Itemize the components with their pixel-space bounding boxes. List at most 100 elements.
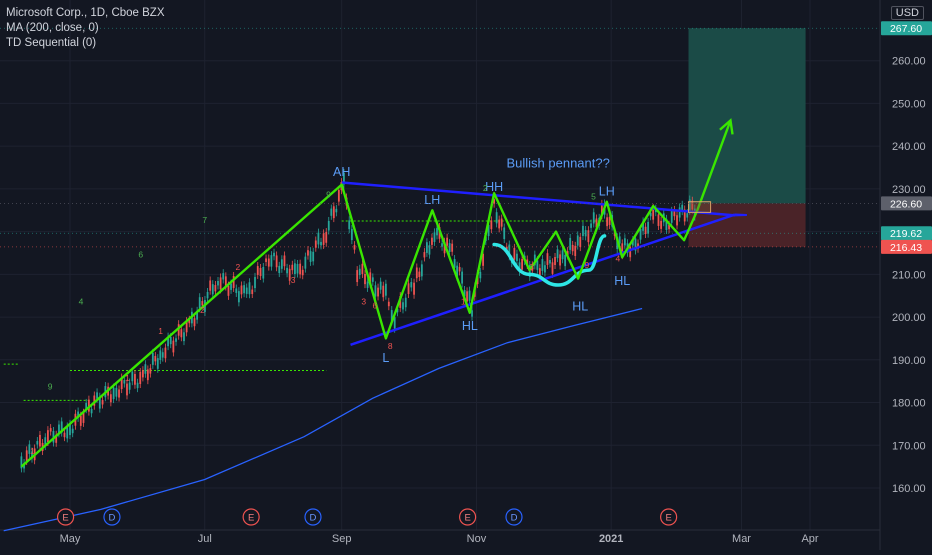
candle-body bbox=[549, 260, 551, 264]
candle-body bbox=[206, 291, 209, 299]
candle-body bbox=[275, 255, 278, 268]
candle-body bbox=[151, 352, 154, 365]
candle-body bbox=[451, 243, 454, 252]
candle-body bbox=[458, 266, 461, 272]
candle-body bbox=[468, 290, 471, 301]
candle-body bbox=[90, 408, 93, 414]
event-marker-label: E bbox=[248, 513, 254, 524]
candle-body bbox=[629, 246, 632, 258]
candle-body bbox=[180, 329, 183, 338]
candle-body bbox=[554, 256, 556, 266]
candle-body bbox=[579, 236, 582, 248]
candle-body bbox=[227, 285, 230, 296]
y-tick-label: 210.00 bbox=[892, 269, 926, 281]
candle-body bbox=[301, 269, 304, 276]
candle-body bbox=[371, 277, 374, 282]
candle-body bbox=[139, 372, 142, 385]
candle-body bbox=[686, 213, 689, 218]
candle-body bbox=[175, 338, 177, 342]
candle-body bbox=[294, 263, 296, 275]
candle-body bbox=[461, 271, 463, 284]
candle-body bbox=[541, 259, 544, 271]
candle-body bbox=[118, 389, 120, 398]
candle-body bbox=[382, 285, 385, 298]
x-tick-label: Apr bbox=[801, 533, 818, 545]
candle-body bbox=[647, 221, 650, 234]
candle-body bbox=[423, 252, 426, 258]
candle-body bbox=[230, 283, 232, 290]
y-tick-label: 240.00 bbox=[892, 141, 926, 153]
candle-body bbox=[384, 283, 387, 296]
candle-body bbox=[112, 387, 115, 400]
candle-body bbox=[660, 220, 663, 229]
chart[interactable]: May Jul Sep Nov 2021 Mar Apr 160.00 170.00 180.00… bbox=[0, 0, 932, 550]
td-count: 6 bbox=[372, 301, 377, 311]
candle-body bbox=[39, 434, 41, 447]
candle-body bbox=[551, 262, 554, 274]
chart-canvas[interactable]: May Jul Sep Nov 2021 Mar Apr 160.00 170.00 180.00… bbox=[0, 0, 932, 550]
td-count: 8 bbox=[388, 341, 393, 351]
candle-body bbox=[49, 428, 52, 432]
candle-body bbox=[322, 233, 325, 245]
candle-body bbox=[448, 243, 451, 252]
x-tick-label: Jul bbox=[198, 533, 212, 545]
candle-body bbox=[96, 392, 98, 399]
candle-body bbox=[670, 210, 673, 223]
td-count: 4 bbox=[615, 254, 620, 264]
td-count: 1 bbox=[461, 296, 466, 306]
candle-body bbox=[366, 281, 369, 288]
candle-body bbox=[280, 259, 283, 269]
event-marker-label: E bbox=[665, 513, 671, 524]
candle-body bbox=[254, 276, 256, 289]
candle-body bbox=[490, 220, 493, 230]
y-tick-label: 170.00 bbox=[892, 440, 926, 452]
currency-button[interactable]: USD bbox=[890, 6, 924, 20]
candle-body bbox=[337, 190, 340, 202]
pattern-annotation: HL bbox=[572, 300, 588, 314]
candle-body bbox=[379, 281, 382, 290]
td-count: 1 bbox=[158, 326, 163, 336]
td-indicator-label[interactable]: TD Sequential (0) bbox=[6, 36, 165, 51]
candle-body bbox=[136, 382, 139, 389]
candle-body bbox=[299, 263, 302, 275]
candle-body bbox=[115, 387, 118, 397]
candle-body bbox=[101, 400, 104, 405]
candle-body bbox=[47, 430, 49, 442]
candle-body bbox=[172, 340, 175, 353]
price-label: 219.62 bbox=[890, 228, 922, 240]
candle-body bbox=[134, 374, 136, 385]
pattern-annotation: HH bbox=[485, 180, 503, 194]
candle-body bbox=[259, 267, 262, 277]
candle-body bbox=[576, 235, 579, 246]
candle-body bbox=[350, 228, 353, 241]
x-tick-label: Mar bbox=[732, 533, 751, 545]
candle-body bbox=[278, 265, 281, 274]
candle-body bbox=[536, 260, 539, 270]
candle-body bbox=[348, 220, 351, 230]
candle-body bbox=[330, 208, 333, 216]
candle-body bbox=[402, 302, 404, 310]
candle-body bbox=[149, 368, 152, 374]
candle-body bbox=[193, 318, 196, 327]
td-count: 6 bbox=[138, 249, 143, 259]
candle-body bbox=[584, 230, 587, 237]
target-zone bbox=[688, 28, 806, 204]
candle-body bbox=[590, 223, 592, 228]
td-count: 7 bbox=[202, 215, 207, 225]
candle-body bbox=[413, 282, 415, 295]
candle-body bbox=[420, 264, 423, 277]
candle-body bbox=[71, 428, 74, 434]
candle-body bbox=[606, 217, 608, 227]
td-count: 2 bbox=[236, 262, 241, 272]
candle-body bbox=[36, 441, 39, 445]
x-tick-label: Nov bbox=[467, 533, 487, 545]
candle-body bbox=[433, 232, 436, 242]
ma-indicator-label[interactable]: MA (200, close, 0) bbox=[6, 21, 165, 36]
candle-body bbox=[270, 255, 273, 267]
candle-body bbox=[623, 238, 626, 246]
candle-body bbox=[131, 371, 134, 382]
candle-body bbox=[79, 415, 82, 426]
pattern-annotation: HL bbox=[614, 274, 630, 288]
pattern-annotation: HL bbox=[462, 319, 478, 333]
candle-body bbox=[431, 237, 433, 245]
